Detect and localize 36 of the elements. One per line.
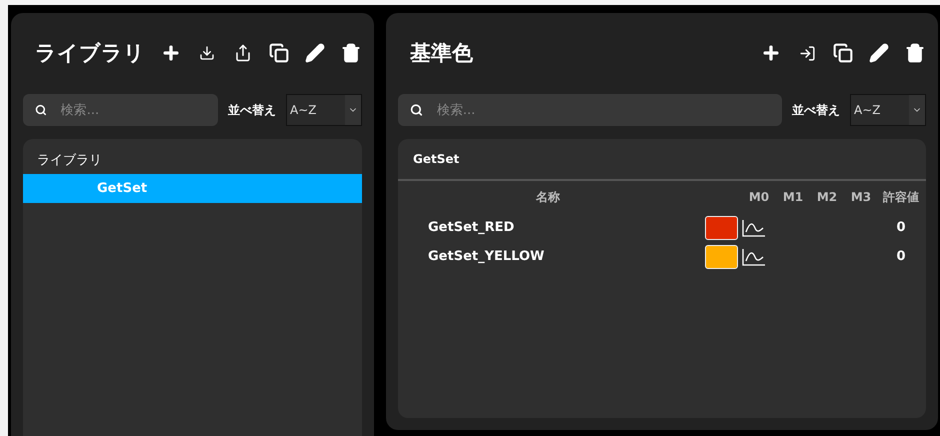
search-box[interactable]: 検索... [23,94,218,126]
sort-select[interactable]: A~Z [850,94,926,126]
delete-icon[interactable] [340,42,362,64]
color-swatch[interactable] [705,216,738,240]
column-header: M1 [782,190,804,204]
group-header: GetSet [398,139,926,181]
caret-icon [345,95,361,125]
color-swatch[interactable] [705,244,738,268]
sort-label: 並べ替え [792,102,840,118]
panel-title: 基準色 [409,40,473,67]
column-header: M0 [748,190,770,204]
edit-icon[interactable] [868,42,890,64]
sort-label: 並べ替え [228,102,276,118]
search-box[interactable]: 検索... [398,94,782,126]
copy-icon[interactable] [832,42,854,64]
sort-select[interactable]: A~Z [286,94,362,126]
delete-icon[interactable] [904,42,926,64]
caret-icon [909,95,925,125]
column-header: M2 [816,190,838,204]
copy-icon[interactable] [268,42,290,64]
search-field[interactable]: 検索... [434,102,770,118]
search-icon [410,103,423,117]
column-header: 名称 [534,188,561,206]
color-name: GetSet_RED [427,220,516,235]
curve-chart-icon[interactable] [742,248,766,266]
tolerance-value: 0 [895,220,907,235]
column-header: M3 [850,190,872,204]
search-field[interactable]: 検索... [58,102,206,118]
tolerance-value: 0 [895,249,907,264]
column-header: 許容値 [882,188,920,206]
curve-chart-icon[interactable] [742,218,766,236]
search-icon [35,103,47,117]
color-name: GetSet_YELLOW [427,249,546,264]
panel-title: ライブラリ [34,40,145,67]
edit-icon[interactable] [304,42,326,64]
tree-item[interactable]: ライブラリ [23,145,362,174]
